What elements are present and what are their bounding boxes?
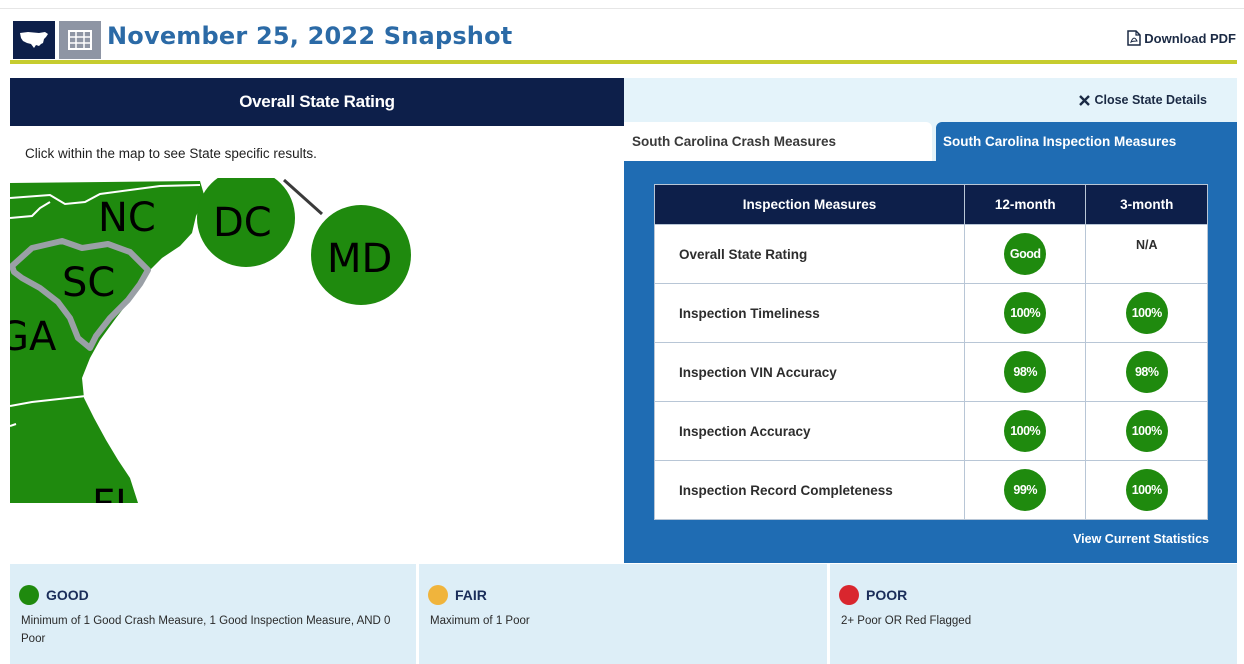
inspection-measures-content: Inspection Measures 12-month 3-month Ove… [624, 161, 1237, 563]
percent-badge: 100% [1125, 469, 1168, 511]
percent-badge: 100% [1004, 292, 1047, 334]
measure-3-month-cell: 100% [1085, 283, 1208, 343]
legend-good-heading: GOOD [19, 585, 89, 605]
measure-3-month-cell: 98% [1085, 342, 1208, 402]
fair-dot-icon [428, 585, 448, 605]
download-pdf-label: Download PDF [1144, 30, 1236, 46]
measure-3-month-cell: 100% [1085, 401, 1208, 461]
measure-name: Inspection Accuracy [654, 401, 965, 461]
map-label-ga: GA [10, 314, 57, 360]
poor-dot-icon [839, 585, 859, 605]
measure-12-month-cell: 99% [963, 460, 1087, 520]
map-panel-heading: Overall State Rating [10, 78, 624, 126]
measure-12-month-cell: Good [963, 224, 1087, 284]
measure-12-month-cell: 98% [963, 342, 1087, 402]
percent-badge: 99% [1004, 469, 1047, 511]
legend-poor: POOR 2+ Poor OR Red Flagged [830, 564, 1237, 664]
map-label-sc: SC [62, 260, 115, 306]
tab-crash-measures[interactable]: South Carolina Crash Measures [624, 122, 932, 161]
snapshot-page: November 25, 2022 Snapshot Download PDF … [0, 0, 1244, 664]
map-panel: Overall State Rating Click within the ma… [10, 78, 624, 563]
percent-badge: 98% [1004, 351, 1047, 393]
legend-poor-heading: POOR [839, 585, 907, 605]
top-divider [0, 8, 1244, 9]
map-label-dc: DC [213, 200, 272, 246]
percent-badge: 100% [1004, 410, 1047, 452]
legend-poor-description: 2+ Poor OR Red Flagged [841, 615, 972, 627]
close-icon [1079, 94, 1091, 106]
map-hint: Click within the map to see State specif… [25, 146, 317, 161]
legend-fair-label: FAIR [455, 587, 487, 603]
page-header: November 25, 2022 Snapshot Download PDF [0, 12, 1244, 62]
legend-fair-description: Maximum of 1 Poor [430, 615, 530, 627]
column-header-measure: Inspection Measures [654, 184, 965, 225]
table-row: Inspection Record Completeness 99% 100% [654, 460, 1208, 520]
map-label-fl: FL [92, 482, 138, 508]
close-state-details-button[interactable]: Close State Details [1079, 93, 1207, 107]
measure-name: Overall State Rating [654, 224, 965, 284]
close-state-details-label: Close State Details [1094, 93, 1207, 107]
column-header-3-month: 3-month [1085, 184, 1208, 225]
map-view-button[interactable] [13, 21, 55, 59]
header-accent-bar [10, 60, 1237, 64]
page-title: November 25, 2022 Snapshot [107, 22, 513, 50]
percent-badge: 100% [1125, 292, 1168, 334]
inspection-measures-table: Inspection Measures 12-month 3-month Ove… [654, 184, 1208, 520]
measure-3-month-value: N/A [1085, 224, 1208, 284]
measure-12-month-cell: 100% [963, 283, 1087, 343]
legend-fair-heading: FAIR [428, 585, 487, 605]
legend-good: GOOD Minimum of 1 Good Crash Measure, 1 … [10, 564, 416, 664]
state-map[interactable]: NC SC GA DC MD FL [10, 178, 624, 508]
map-label-nc: NC [98, 195, 156, 241]
measure-name: Inspection VIN Accuracy [654, 342, 965, 402]
table-row: Overall State Rating Good N/A [654, 224, 1208, 284]
table-view-button[interactable] [59, 21, 101, 59]
map-label-md: MD [327, 236, 392, 282]
table-row: Inspection VIN Accuracy 98% 98% [654, 342, 1208, 402]
percent-badge: 100% [1125, 410, 1168, 452]
measure-name: Inspection Timeliness [654, 283, 965, 343]
pdf-icon [1127, 30, 1142, 46]
us-map-icon [20, 32, 48, 48]
legend-poor-label: POOR [866, 587, 908, 603]
measure-3-month-cell: 100% [1085, 460, 1208, 520]
measure-name: Inspection Record Completeness [654, 460, 965, 520]
table-header-row: Inspection Measures 12-month 3-month [654, 184, 1208, 225]
measure-12-month-cell: 100% [963, 401, 1087, 461]
legend-good-label: GOOD [46, 587, 89, 603]
table-grid-icon [68, 30, 92, 50]
view-current-statistics-link[interactable]: View Current Statistics [1073, 532, 1209, 546]
rating-badge: Good [1004, 233, 1047, 275]
legend-good-description: Minimum of 1 Good Crash Measure, 1 Good … [21, 615, 391, 645]
table-row: Inspection Timeliness 100% 100% [654, 283, 1208, 343]
state-details-panel: Close State Details South Carolina Crash… [624, 78, 1237, 563]
legend-fair: FAIR Maximum of 1 Poor [419, 564, 827, 664]
download-pdf-link[interactable]: Download PDF [1127, 30, 1236, 46]
good-dot-icon [19, 585, 39, 605]
table-row: Inspection Accuracy 100% 100% [654, 401, 1208, 461]
tab-inspection-measures[interactable]: South Carolina Inspection Measures [936, 122, 1237, 161]
percent-badge: 98% [1125, 351, 1168, 393]
column-header-12-month: 12-month [963, 184, 1087, 225]
